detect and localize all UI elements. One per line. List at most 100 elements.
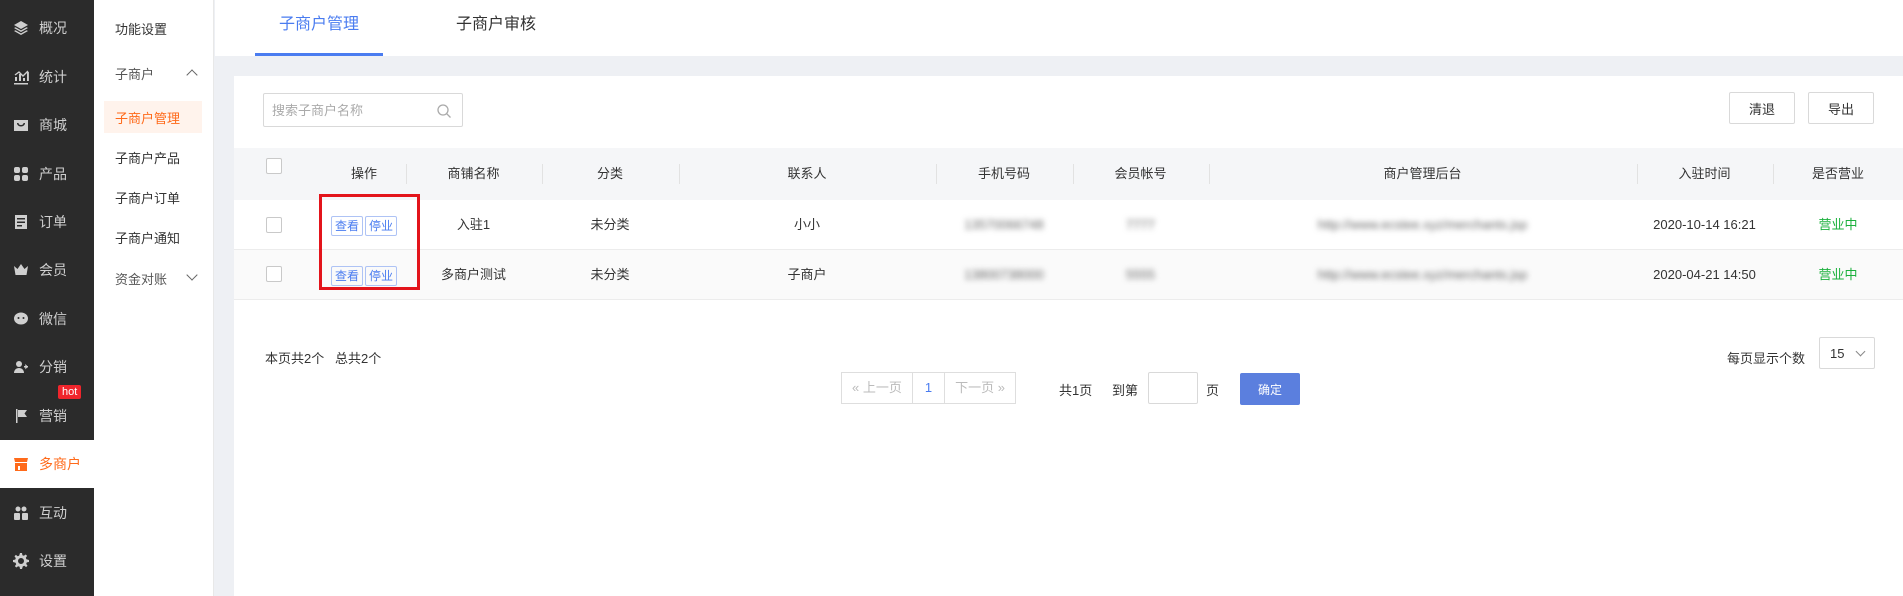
clear-button[interactable]: 清退 (1729, 92, 1795, 124)
subnav-feature-settings[interactable]: 功能设置 (94, 12, 214, 44)
hot-badge: hot (58, 385, 82, 399)
cell-contact: 子商户 (787, 267, 827, 282)
nav-label: 会员 (39, 262, 67, 278)
row-checkbox[interactable] (266, 217, 282, 233)
double-chevron-left-icon: « (852, 380, 863, 395)
total-pages-text: 共1页 (1059, 383, 1093, 398)
user-share-icon (13, 359, 29, 375)
nav-label: 概况 (39, 20, 67, 36)
nav-item-mall[interactable]: 商城 (0, 101, 94, 149)
wechat-icon (13, 311, 29, 327)
chevron-down-icon (1855, 346, 1866, 357)
goto-label: 到第 (1112, 383, 1139, 398)
cell-status: 营业中 (1818, 217, 1858, 232)
cell-admin-url[interactable]: http://www.ecstee.xyz/merchants.jsp (1209, 250, 1636, 300)
nav-item-interaction[interactable]: 互动 (0, 489, 94, 537)
cell-joined-time: 2020-04-21 14:50 (1653, 267, 1756, 282)
cell-shop-name: 多商户测试 (440, 267, 506, 282)
per-page-label: 每页显示个数 (1727, 351, 1806, 366)
row-checkbox[interactable] (266, 266, 282, 282)
tab-submerchant-review[interactable]: 子商户审核 (432, 0, 560, 56)
search-input[interactable] (264, 95, 424, 125)
header-cell: 会员帐号 (1114, 166, 1167, 181)
search-icon[interactable] (436, 103, 452, 119)
cell-phone: 13800738000 (964, 267, 1044, 282)
nav-item-statistics[interactable]: 统计 (0, 53, 94, 101)
tab-submerchant-manage[interactable]: 子商户管理 (255, 0, 383, 56)
gear-icon (13, 553, 29, 569)
mall-icon (13, 117, 29, 133)
header-cell: 入驻时间 (1678, 166, 1731, 181)
nav-item-settings[interactable]: 设置 (0, 537, 94, 585)
prev-page-label: 上一页 (862, 380, 902, 395)
header-cell: 是否营业 (1811, 166, 1864, 181)
nav-item-overview[interactable]: 概况 (0, 4, 94, 52)
pagination: « 上一页 1 下一页 » (841, 372, 1016, 404)
nav-label: 统计 (39, 69, 67, 85)
shop-icon (13, 456, 29, 472)
main-sidebar: 概况 统计 商城 产品 订单 会员 微信 分销 营销 多商户 互动 设置 hot (0, 0, 94, 596)
subnav-group-funds[interactable]: 资金对账 (94, 262, 214, 294)
cell-contact: 小小 (793, 217, 820, 232)
header-cell: 商户管理后台 (1383, 166, 1462, 181)
table-row: 查看 停业 多商户测试 未分类 子商户 13800738000 5555 http… (234, 250, 1903, 300)
subnav-group-label: 资金对账 (115, 271, 168, 287)
subnav-submerchant-manage[interactable]: 子商户管理 (104, 101, 202, 133)
header-cell: 分类 (596, 166, 623, 181)
cell-member-account: 7777 (1126, 217, 1155, 232)
nav-label: 分销 (39, 359, 67, 375)
nav-item-orders[interactable]: 订单 (0, 198, 94, 246)
nav-label: 订单 (39, 214, 67, 230)
nav-item-members[interactable]: 会员 (0, 246, 94, 294)
cell-member-account: 5555 (1126, 267, 1155, 282)
nav-item-distribution[interactable]: 分销 (0, 343, 94, 391)
nav-item-products[interactable]: 产品 (0, 150, 94, 198)
nav-label: 营销 (39, 408, 67, 424)
next-page-button[interactable]: 下一页 » (945, 373, 1015, 403)
nav-label: 微信 (39, 311, 67, 327)
header-cell: 联系人 (787, 166, 827, 181)
page-size-value: 15 (1830, 345, 1845, 361)
double-chevron-right-icon: » (994, 380, 1005, 395)
nav-label: 设置 (39, 553, 67, 569)
table-row: 查看 停业 入驻1 未分类 小小 13570066748 7777 http://… (234, 200, 1903, 250)
cell-status: 营业中 (1818, 267, 1858, 282)
interact-icon (13, 505, 29, 521)
page-count-text: 本页共2个 (265, 351, 325, 366)
select-all-checkbox[interactable] (266, 158, 282, 174)
goto-page-input[interactable] (1148, 372, 1198, 404)
total-count-text: 总共2个 (335, 351, 382, 366)
cell-admin-url[interactable]: http://www.ecstee.xyz/merchants.jsp (1209, 200, 1636, 250)
grid-icon (13, 166, 29, 182)
cell-category: 未分类 (590, 267, 630, 282)
chevron-down-icon (186, 269, 198, 281)
confirm-button[interactable]: 确定 (1240, 373, 1300, 405)
nav-item-wechat[interactable]: 微信 (0, 295, 94, 343)
page-number-1[interactable]: 1 (911, 373, 946, 403)
nav-item-marketing[interactable]: 营销 (0, 392, 94, 440)
nav-item-multi-merchant[interactable]: 多商户 (0, 440, 94, 488)
cell-category: 未分类 (590, 217, 630, 232)
nav-label: 多商户 (39, 456, 81, 472)
subnav-submerchant-orders[interactable]: 子商户订单 (94, 181, 214, 213)
cell-shop-name: 入驻1 (456, 217, 491, 232)
prev-page-button[interactable]: « 上一页 (842, 373, 912, 403)
page-unit-label: 页 (1206, 383, 1220, 398)
nav-label: 产品 (39, 166, 67, 182)
header-cell: 手机号码 (977, 166, 1030, 181)
export-button[interactable]: 导出 (1808, 92, 1874, 124)
subnav-group-label: 子商户 (115, 66, 155, 82)
subnav-submerchant-products[interactable]: 子商户产品 (94, 141, 214, 173)
flag-icon (13, 408, 29, 424)
nav-label: 商城 (39, 117, 67, 133)
header-cell: 商铺名称 (447, 166, 500, 181)
subnav-submerchant-notify[interactable]: 子商户通知 (94, 221, 214, 253)
table-header: 操作 商铺名称 分类 联系人 手机号码 会员帐号 商户管理后台 入驻时间 是否营… (234, 148, 1903, 200)
highlight-box (319, 194, 420, 290)
cell-joined-time: 2020-10-14 16:21 (1653, 217, 1756, 232)
next-page-label: 下一页 (955, 380, 995, 395)
header-cell: 操作 (350, 166, 377, 181)
crown-icon (13, 262, 29, 278)
page-size-select[interactable]: 15 (1819, 337, 1875, 369)
subnav-group-submerchant[interactable]: 子商户 (94, 57, 214, 89)
